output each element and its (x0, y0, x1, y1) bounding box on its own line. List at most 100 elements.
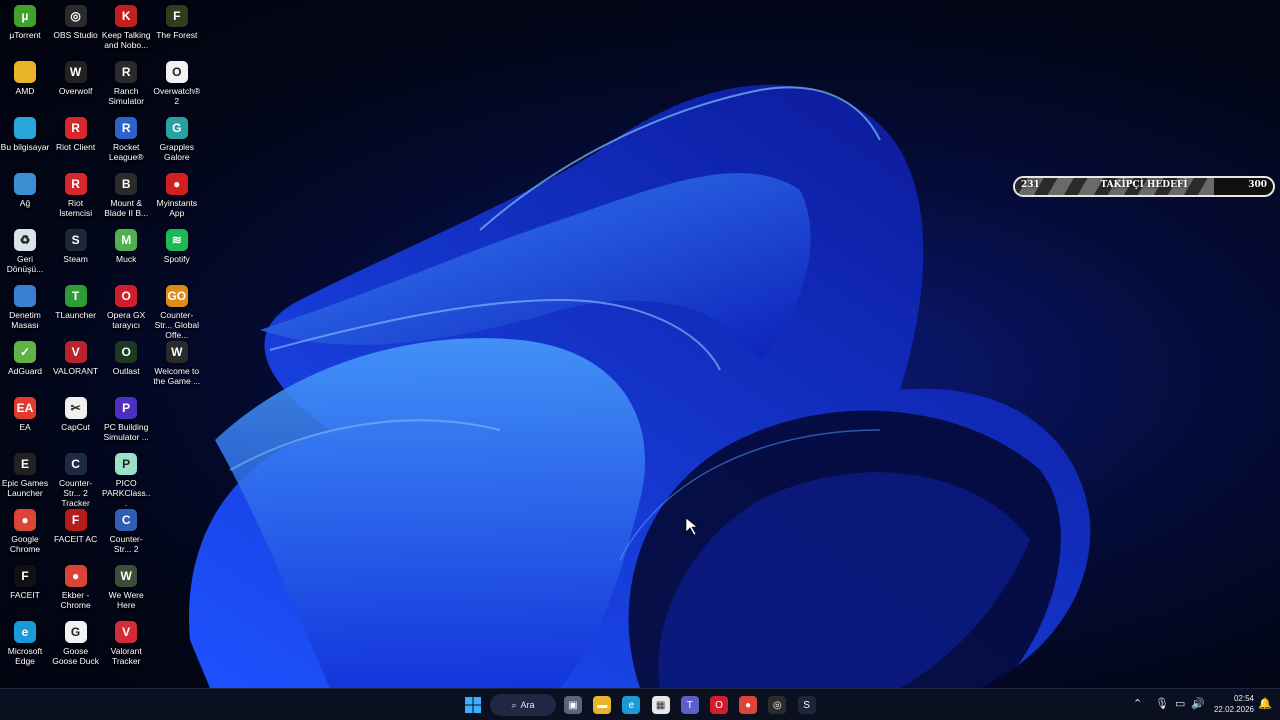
desktop-shortcut[interactable]: C Counter-Str... 2 Tracker (51, 453, 101, 509)
desktop-shortcut-label: CapCut (61, 422, 90, 432)
desktop-shortcut[interactable]: G Goose Goose Duck (51, 621, 101, 677)
desktop-shortcut-label: Overwatch® 2 (153, 86, 201, 106)
desktop-shortcut[interactable]: W We Were Here (101, 565, 151, 621)
file-explorer-icon[interactable]: ▬ (593, 696, 612, 714)
desktop-shortcut[interactable]: ● Myinstants App (152, 173, 202, 229)
desktop-shortcut[interactable]: ✓ AdGuard (0, 341, 50, 397)
edge-icon[interactable]: e (622, 696, 641, 714)
tlauncher-icon: T (64, 285, 87, 307)
notification-bell-icon[interactable]: 🔔 (1258, 697, 1272, 710)
grapples-galore-icon: G (165, 117, 188, 139)
desktop-shortcut-label: Keep Talking and Nobo... (101, 30, 151, 50)
taskbar-search[interactable]: ⌕ Ara (490, 694, 556, 716)
desktop-shortcut[interactable]: V VALORANT (51, 341, 101, 397)
desktop-shortcut-label: FACEIT AC (53, 534, 98, 544)
desktop-shortcut-label: Epic Games Launcher (1, 478, 49, 498)
desktop-shortcut-label: Ağ (19, 198, 31, 208)
cs2-icon: C (115, 509, 138, 531)
desktop-shortcut[interactable]: G Grapples Galore (152, 117, 202, 173)
desktop-shortcut[interactable]: Ağ (0, 173, 50, 229)
desktop-shortcut[interactable]: F The Forest (152, 5, 202, 61)
volume-icon[interactable]: 🔊 (1191, 697, 1205, 710)
csgo-icon: GO (165, 285, 188, 307)
desktop-shortcut[interactable]: ≋ Spotify (152, 229, 202, 285)
desktop-shortcut[interactable]: E Epic Games Launcher (0, 453, 50, 509)
edge-icon: e (14, 621, 36, 643)
ranch-simulator-icon: R (115, 61, 138, 83)
desktop-shortcut[interactable]: V Valorant Tracker (101, 621, 151, 677)
desktop-shortcut[interactable]: e Microsoft Edge (0, 621, 50, 677)
desktop-shortcut[interactable]: O Opera GX tarayıcı (101, 285, 151, 341)
control-panel-icon (14, 285, 36, 307)
desktop-shortcut[interactable]: W Welcome to the Game ... (152, 341, 202, 397)
desktop-shortcut[interactable]: R Riot İstemcisi (51, 173, 101, 229)
follower-goal-target: 300 (1248, 180, 1267, 190)
desktop-shortcut[interactable]: EA EA (0, 397, 50, 453)
desktop-shortcut[interactable]: C Counter-Str... 2 (101, 509, 151, 565)
desktop-shortcut[interactable]: M Muck (101, 229, 151, 285)
desktop-shortcut[interactable]: W Overwolf (51, 61, 101, 117)
goose-goose-duck-icon: G (64, 621, 87, 643)
desktop-shortcut-label: Grapples Galore (159, 142, 195, 162)
desktop-shortcut-label: Valorant Tracker (110, 646, 142, 666)
task-view-icon[interactable]: ▣ (564, 696, 582, 714)
desktop-shortcut[interactable]: O Overwatch® 2 (152, 61, 202, 117)
recycle-bin-icon: ♻ (14, 229, 36, 251)
cs2-tracker-icon: C (64, 453, 87, 475)
ea-icon: EA (14, 397, 36, 419)
desktop-shortcut[interactable]: ● Ekber - Chrome (51, 565, 101, 621)
desktop-shortcut-label: The Forest (156, 30, 198, 40)
desktop-shortcut[interactable]: O Outlast (101, 341, 151, 397)
desktop-shortcut[interactable]: R Rocket League® (101, 117, 151, 173)
network-status-icon[interactable]: ▭ (1175, 697, 1185, 710)
obs-icon: ◎ (64, 5, 87, 27)
obs-icon[interactable]: ◎ (768, 696, 787, 714)
desktop-shortcut-label: Counter-Str... Global Offe... (154, 310, 199, 340)
search-icon: ⌕ (511, 699, 517, 710)
desktop-shortcut-label: Geri Dönüşü... (6, 254, 44, 274)
store-icon[interactable]: ▦ (651, 696, 670, 714)
desktop-shortcut[interactable]: GO Counter-Str... Global Offe... (152, 285, 202, 341)
myinstants-icon: ● (165, 173, 188, 195)
desktop-shortcut[interactable]: ♻ Geri Dönüşü... (0, 229, 50, 285)
desktop-shortcut-label: AMD (15, 86, 35, 96)
microphone-icon[interactable]: 🎙 (1155, 697, 1169, 710)
desktop-shortcut[interactable]: F FACEIT AC (51, 509, 101, 565)
we-were-here-icon: W (115, 565, 138, 587)
desktop-shortcut[interactable]: Bu bilgisayar (0, 117, 50, 173)
desktop-shortcut[interactable]: B Mount & Blade II B... (101, 173, 151, 229)
desktop-shortcut[interactable]: ● Google Chrome (0, 509, 50, 565)
spotify-icon: ≋ (165, 229, 188, 251)
desktop-shortcut[interactable]: P PICO PARKClass... (101, 453, 151, 509)
desktop-shortcut-label: Google Chrome (9, 534, 41, 554)
keep-talking-icon: K (115, 5, 138, 27)
desktop-shortcut-label: Welcome to the Game ... (153, 366, 201, 386)
system-clock[interactable]: 02:54 22.02.2026 (1208, 693, 1254, 715)
show-hidden-icons-icon[interactable]: ⌃ (1133, 697, 1142, 710)
desktop-shortcut[interactable]: P PC Building Simulator ... (101, 397, 151, 453)
desktop-shortcut-label: Counter-Str... 2 (109, 534, 143, 554)
pico-park-icon: P (115, 453, 138, 475)
desktop-shortcut[interactable]: µ µTorrent (0, 5, 50, 61)
utorrent-icon: µ (14, 5, 36, 27)
desktop-shortcut[interactable]: ✂ CapCut (51, 397, 101, 453)
steam-icon[interactable]: S (797, 696, 816, 714)
desktop-shortcut[interactable]: F FACEIT (0, 565, 50, 621)
opera-gx-icon[interactable]: O (710, 696, 728, 714)
desktop-shortcut[interactable]: AMD (0, 61, 50, 117)
desktop-shortcut-label: Bu bilgisayar (0, 142, 50, 152)
chrome-icon[interactable]: ● (739, 696, 758, 714)
adguard-icon: ✓ (14, 341, 36, 363)
faceit-icon: F (14, 565, 36, 587)
desktop-shortcut[interactable]: Denetim Masası (0, 285, 50, 341)
desktop-shortcut[interactable]: ◎ OBS Studio (51, 5, 101, 61)
chrome-profile-icon: ● (64, 565, 87, 587)
teams-icon[interactable]: T (680, 696, 699, 714)
desktop-shortcut[interactable]: T TLauncher (51, 285, 101, 341)
start-button[interactable] (464, 696, 482, 714)
desktop-shortcut[interactable]: R Ranch Simulator (101, 61, 151, 117)
desktop-shortcut[interactable]: R Riot Client (51, 117, 101, 173)
desktop-shortcut[interactable]: K Keep Talking and Nobo... (101, 5, 151, 61)
desktop-shortcut[interactable]: S Steam (51, 229, 101, 285)
desktop-shortcut-label: Ekber - Chrome (60, 590, 91, 610)
